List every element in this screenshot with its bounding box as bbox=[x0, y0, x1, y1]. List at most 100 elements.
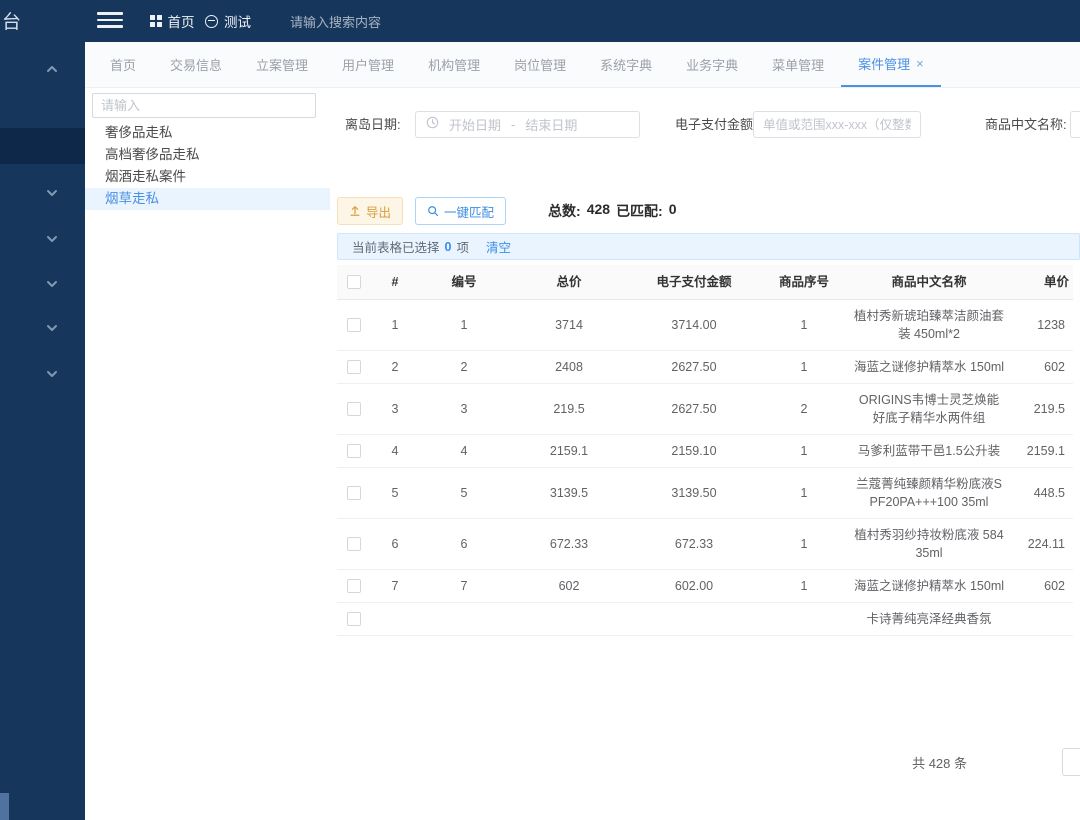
export-button[interactable]: 导出 bbox=[337, 197, 403, 225]
cell-code: 7 bbox=[419, 570, 509, 602]
date-range-picker[interactable]: 开始日期 - 结束日期 bbox=[415, 111, 640, 138]
topbar-home-button[interactable]: 首页 bbox=[150, 0, 195, 42]
clear-selection-link[interactable]: 清空 bbox=[486, 237, 511, 256]
product-name-label: 商品中文名称: bbox=[985, 111, 1067, 138]
payment-amount-input[interactable] bbox=[753, 111, 921, 138]
page-size-select[interactable] bbox=[1062, 748, 1080, 776]
search-icon bbox=[427, 205, 439, 217]
grid-icon bbox=[150, 15, 162, 27]
chevron-down-icon[interactable] bbox=[44, 231, 60, 247]
cell-seq bbox=[759, 603, 849, 635]
one-click-match-button[interactable]: 一键匹配 bbox=[415, 197, 506, 225]
tab-home[interactable]: 首页 bbox=[93, 42, 153, 87]
header-index: # bbox=[371, 265, 419, 299]
header-name: 商品中文名称 bbox=[849, 265, 1009, 299]
row-checkbox[interactable] bbox=[347, 579, 361, 593]
cell-index bbox=[371, 603, 419, 635]
table-row: 7 7 602 602.00 1 海蓝之谜修护精萃水 150ml 602 bbox=[337, 570, 1073, 603]
matched-value: 0 bbox=[669, 201, 677, 221]
left-nav-rail bbox=[0, 42, 85, 820]
category-item-highend-luxury[interactable]: 高档奢侈品走私 bbox=[85, 144, 330, 166]
cell-seq: 1 bbox=[759, 435, 849, 467]
cell-price: 224.11 bbox=[1009, 519, 1073, 569]
app-window: 台 首页 测试 请输入搜索内容 bbox=[0, 0, 1080, 820]
tab-case-mgmt-active[interactable]: 案件管理 × bbox=[841, 42, 941, 87]
cell-seq: 1 bbox=[759, 570, 849, 602]
tab-system-dict[interactable]: 系统字典 bbox=[583, 42, 669, 87]
category-item-tobacco-alcohol[interactable]: 烟酒走私案件 bbox=[85, 166, 330, 188]
cell-index: 3 bbox=[371, 384, 419, 434]
selection-unit: 项 bbox=[456, 237, 469, 256]
cell-payment: 2627.50 bbox=[629, 384, 759, 434]
header-code: 编号 bbox=[419, 265, 509, 299]
topbar-home-label: 首页 bbox=[168, 11, 195, 31]
cell-index: 6 bbox=[371, 519, 419, 569]
selection-count: 0 bbox=[445, 240, 452, 254]
table-row: 2 2 2408 2627.50 1 海蓝之谜修护精萃水 150ml 602 bbox=[337, 351, 1073, 384]
tab-case-filing[interactable]: 立案管理 bbox=[239, 42, 325, 87]
cell-total: 219.5 bbox=[509, 384, 629, 434]
cell-price: 602 bbox=[1009, 351, 1073, 383]
date-range-separator: - bbox=[511, 117, 515, 132]
cell-total: 602 bbox=[509, 570, 629, 602]
cell-price: 1238 bbox=[1009, 300, 1073, 350]
cell-name: 海蓝之谜修护精萃水 150ml bbox=[849, 351, 1009, 383]
category-search-input[interactable] bbox=[92, 93, 316, 118]
topbar-test-button[interactable]: 测试 bbox=[205, 0, 251, 42]
tab-org-mgmt[interactable]: 机构管理 bbox=[411, 42, 497, 87]
cell-code: 6 bbox=[419, 519, 509, 569]
table-row: 6 6 672.33 672.33 1 植村秀羽纱持妆粉底液 584 35ml … bbox=[337, 519, 1073, 570]
tab-business-dict[interactable]: 业务字典 bbox=[669, 42, 755, 87]
row-checkbox[interactable] bbox=[347, 486, 361, 500]
cell-payment: 602.00 bbox=[629, 570, 759, 602]
table-row: 4 4 2159.1 2159.10 1 马爹利蓝带干邑1.5公升装 2159.… bbox=[337, 435, 1073, 468]
start-date-placeholder[interactable]: 开始日期 bbox=[449, 115, 501, 134]
hamburger-menu-icon[interactable] bbox=[97, 12, 123, 30]
cell-payment: 3714.00 bbox=[629, 300, 759, 350]
top-bar: 台 首页 测试 请输入搜索内容 bbox=[0, 0, 1080, 42]
cell-payment bbox=[629, 603, 759, 635]
tab-user-mgmt[interactable]: 用户管理 bbox=[325, 42, 411, 87]
category-item-tobacco-selected[interactable]: 烟草走私 bbox=[85, 188, 330, 210]
tab-position-mgmt[interactable]: 岗位管理 bbox=[497, 42, 583, 87]
chevron-down-icon[interactable] bbox=[44, 366, 60, 382]
cell-price: 2159.1 bbox=[1009, 435, 1073, 467]
cell-code: 5 bbox=[419, 468, 509, 518]
tab-case-mgmt-label: 案件管理 bbox=[858, 54, 910, 73]
chevron-down-icon[interactable] bbox=[44, 276, 60, 292]
cell-code: 1 bbox=[419, 300, 509, 350]
cell-name: 植村秀羽纱持妆粉底液 584 35ml bbox=[849, 519, 1009, 569]
row-checkbox[interactable] bbox=[347, 537, 361, 551]
end-date-placeholder[interactable]: 结束日期 bbox=[525, 115, 577, 134]
row-checkbox[interactable] bbox=[347, 360, 361, 374]
cell-payment: 3139.50 bbox=[629, 468, 759, 518]
cell-payment: 2627.50 bbox=[629, 351, 759, 383]
logo-text-fragment: 台 bbox=[2, 7, 21, 34]
chevron-down-icon[interactable] bbox=[44, 320, 60, 336]
product-name-input[interactable] bbox=[1070, 111, 1080, 138]
date-filter-label: 离岛日期: bbox=[345, 111, 401, 138]
tab-transaction-info[interactable]: 交易信息 bbox=[153, 42, 239, 87]
cell-total: 3714 bbox=[509, 300, 629, 350]
row-checkbox[interactable] bbox=[347, 402, 361, 416]
payment-amount-label: 电子支付金额: bbox=[675, 111, 757, 138]
close-icon[interactable]: × bbox=[916, 57, 924, 70]
row-checkbox[interactable] bbox=[347, 612, 361, 626]
cell-price: 219.5 bbox=[1009, 384, 1073, 434]
cell-total: 3139.5 bbox=[509, 468, 629, 518]
cell-payment: 2159.10 bbox=[629, 435, 759, 467]
row-checkbox[interactable] bbox=[347, 444, 361, 458]
select-all-checkbox[interactable] bbox=[347, 275, 361, 289]
category-item-luxury[interactable]: 奢侈品走私 bbox=[85, 122, 330, 144]
chevron-down-icon[interactable] bbox=[44, 185, 60, 201]
filter-row: 离岛日期: 开始日期 - 结束日期 电子支付金额: 商品中文名称: bbox=[330, 111, 1080, 138]
tab-menu-mgmt[interactable]: 菜单管理 bbox=[755, 42, 841, 87]
category-panel: 奢侈品走私 高档奢侈品走私 烟酒走私案件 烟草走私 bbox=[85, 88, 330, 820]
topbar-search-input[interactable]: 请输入搜索内容 bbox=[290, 0, 450, 42]
total-value: 428 bbox=[587, 201, 610, 221]
content-area: 奢侈品走私 高档奢侈品走私 烟酒走私案件 烟草走私 离岛日期: 开始日期 - 结… bbox=[85, 88, 1080, 820]
rail-active-item[interactable] bbox=[0, 128, 85, 164]
row-checkbox[interactable] bbox=[347, 318, 361, 332]
match-button-label: 一键匹配 bbox=[444, 202, 494, 221]
chevron-up-icon[interactable] bbox=[44, 61, 60, 77]
